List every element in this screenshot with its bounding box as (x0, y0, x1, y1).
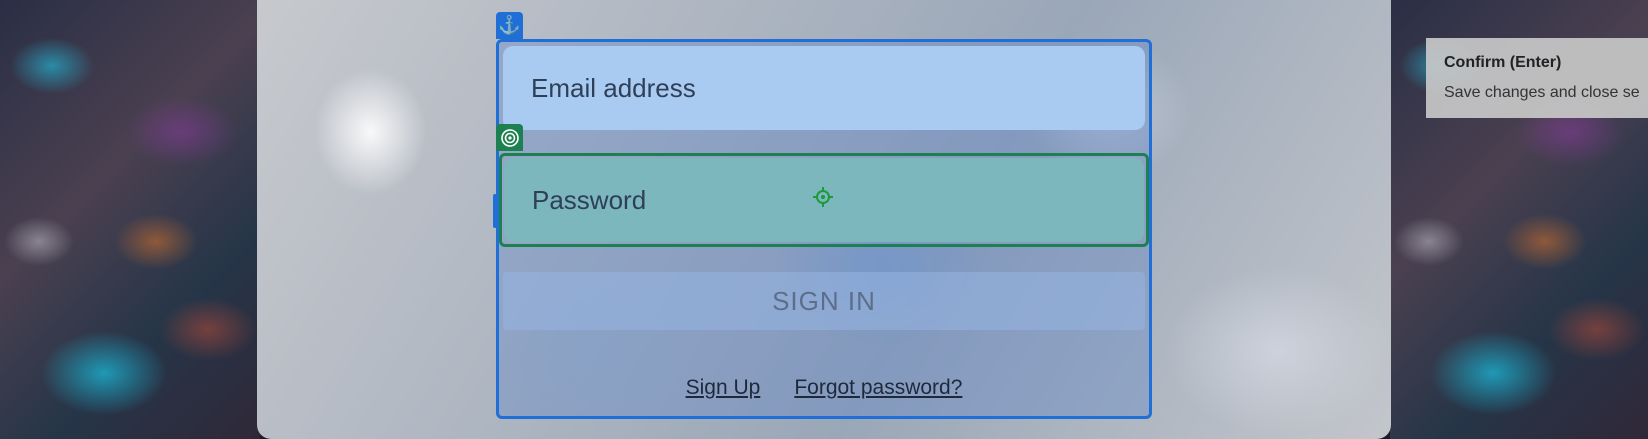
sign-in-button[interactable]: SIGN IN (503, 272, 1145, 330)
anchor-icon[interactable]: ⚓ (496, 12, 523, 39)
form-links: Sign Up Forgot password? (499, 376, 1149, 400)
target-icon[interactable] (496, 124, 523, 151)
crosshair-icon (813, 187, 833, 207)
resize-handle[interactable] (493, 194, 497, 228)
sign-up-link[interactable]: Sign Up (686, 376, 761, 400)
login-form: Email address Password SIGN IN Sign Up F… (496, 39, 1152, 419)
background-crystal-left (0, 0, 260, 439)
tooltip-title: Confirm (Enter) (1444, 54, 1562, 71)
forgot-password-link[interactable]: Forgot password? (794, 376, 962, 400)
tooltip-description: Save changes and close se (1444, 84, 1640, 101)
tooltip: Confirm (Enter) Save changes and close s… (1426, 38, 1648, 118)
email-field[interactable]: Email address (503, 46, 1145, 130)
